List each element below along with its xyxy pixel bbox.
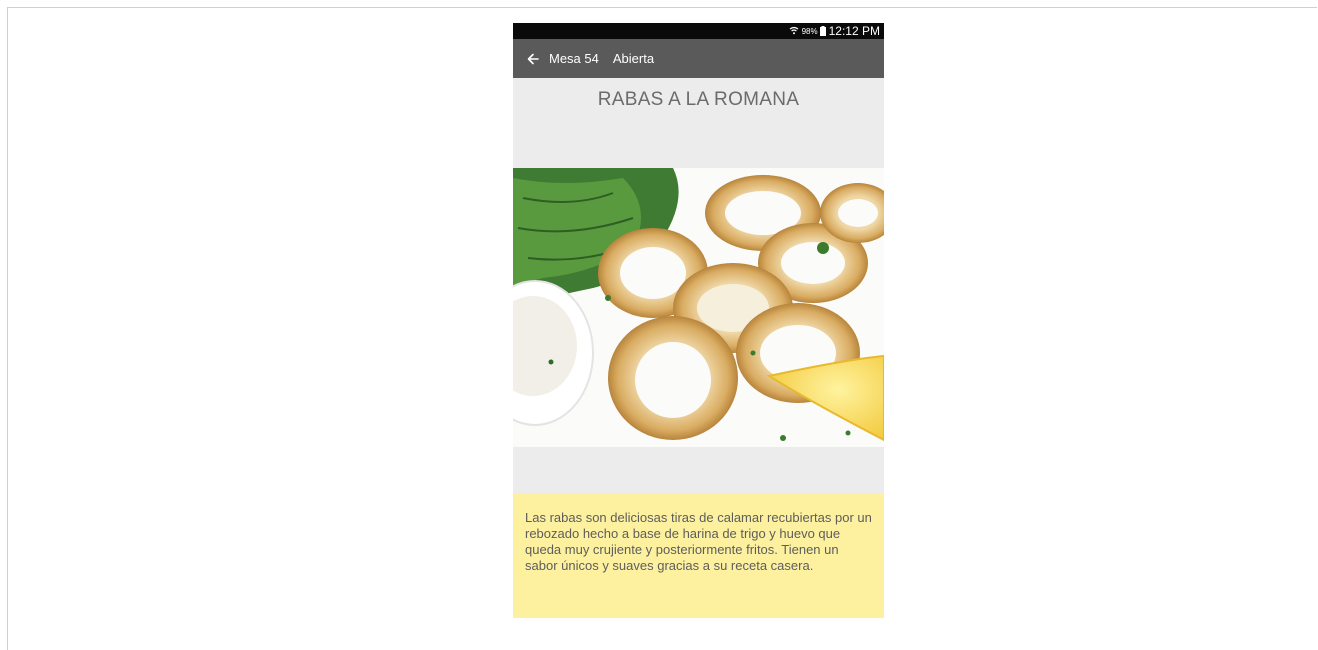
description-panel: Las rabas son deliciosas tiras de calama… [513,494,884,618]
app-bar: Mesa 54 Abierta [513,39,884,78]
phone-screen: 98% 12:12 PM Mesa 54 Abierta RABAS A LA … [513,23,884,618]
table-status: Abierta [612,51,655,66]
dish-description: Las rabas son deliciosas tiras de calama… [525,510,872,573]
wifi-icon [789,26,799,36]
clock: 12:12 PM [828,24,880,38]
battery-percent: 98% [801,26,818,36]
dish-photo [513,168,884,447]
dish-title: RABAS A LA ROMANA [597,89,800,110]
table-title: Mesa 54 [549,51,599,66]
battery-icon [819,26,826,36]
status-bar: 98% 12:12 PM [513,23,884,39]
back-arrow-icon[interactable] [526,52,540,66]
